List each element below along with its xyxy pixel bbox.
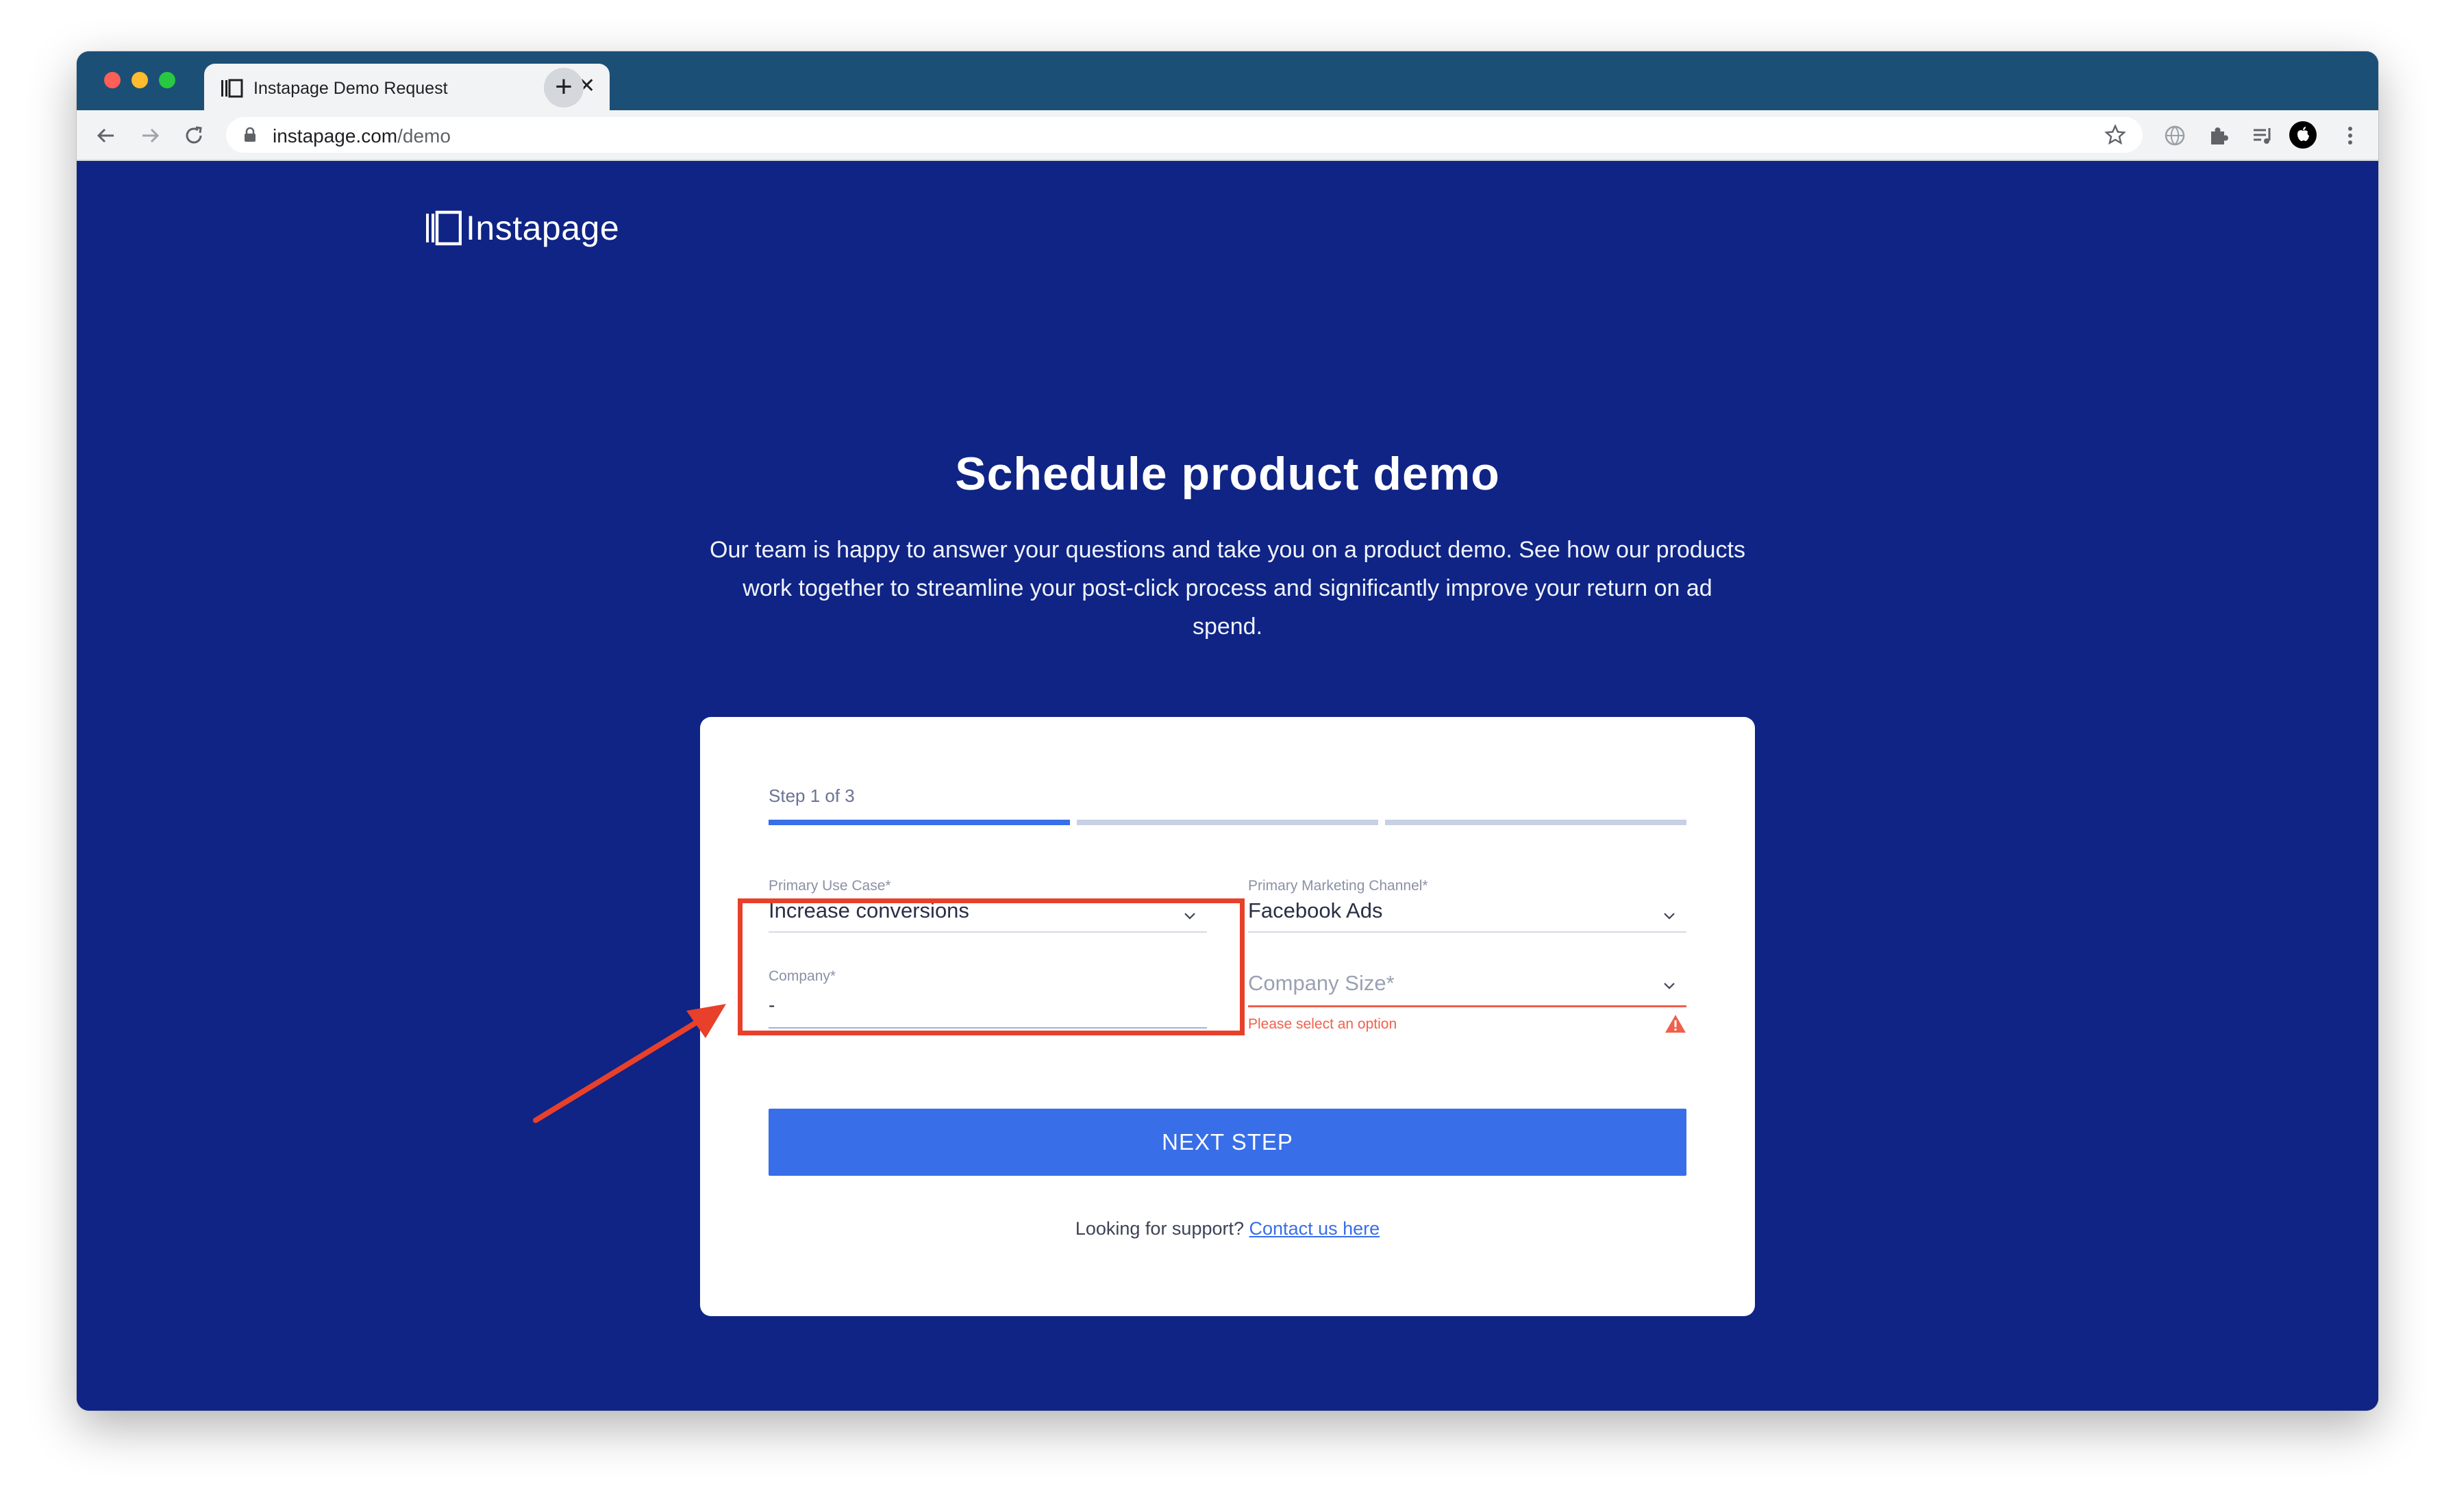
progress-step-2 <box>1077 820 1378 825</box>
page-description: Our team is happy to answer your questio… <box>710 537 1745 640</box>
chevron-down-icon <box>1664 983 1675 990</box>
lock-icon <box>245 127 256 142</box>
page-content: Instapage Schedule product demo Our team… <box>77 161 2378 1411</box>
company-size-error: Please select an option <box>1248 1016 1397 1032</box>
logo-text: Instapage <box>466 209 620 247</box>
tab-strip: Instapage Demo Request ✕ + <box>77 51 2378 110</box>
primary-marketing-channel-select[interactable]: Primary Marketing Channel* Facebook Ads <box>1248 878 1686 933</box>
primary-marketing-channel-value: Facebook Ads <box>1248 898 1383 922</box>
apple-logo-icon <box>2297 127 2309 141</box>
globe-icon[interactable] <box>2163 124 2186 147</box>
new-tab-button[interactable]: + <box>544 68 584 108</box>
arrow-left-icon[interactable] <box>95 124 118 147</box>
company-size-placeholder: Company Size* <box>1248 971 1395 995</box>
arrow-right-icon[interactable] <box>138 124 162 147</box>
browser-window: Instapage Demo Request ✕ + instapage.com… <box>77 51 2378 1411</box>
step-progress-bar <box>769 820 1686 825</box>
annotation-arrow-icon <box>533 1004 726 1123</box>
primary-marketing-channel-label: Primary Marketing Channel* <box>1248 878 1428 894</box>
browser-toolbar: instapage.com/demo <box>77 110 2378 161</box>
step-indicator: Step 1 of 3 <box>769 785 855 806</box>
primary-use-case-label: Primary Use Case* <box>769 878 891 894</box>
address-bar[interactable]: instapage.com/demo <box>226 117 2143 153</box>
field-underline <box>1248 931 1686 933</box>
minimize-window-button[interactable] <box>132 72 148 88</box>
instapage-favicon-icon <box>221 79 243 98</box>
chevron-down-icon <box>1664 913 1675 920</box>
company-size-select[interactable]: Company Size* Please select an option <box>1248 968 1686 1050</box>
star-icon[interactable] <box>2104 124 2126 146</box>
tab-title: Instapage Demo Request <box>253 79 448 98</box>
url-domain: instapage.com <box>273 125 398 147</box>
field-underline-error <box>1248 1005 1686 1007</box>
kebab-menu-icon[interactable] <box>2339 124 2362 147</box>
highlight-annotation-box <box>738 898 1245 1035</box>
instapage-logo[interactable]: Instapage <box>425 207 619 249</box>
playlist-icon[interactable] <box>2251 124 2274 147</box>
support-text: Looking for support? <box>1075 1218 1245 1239</box>
puzzle-icon[interactable] <box>2207 124 2230 147</box>
progress-step-1 <box>769 820 1070 825</box>
maximize-window-button[interactable] <box>159 72 175 88</box>
support-line: Looking for support? Contact us here <box>700 1218 1755 1239</box>
reload-icon[interactable] <box>182 124 205 147</box>
profile-avatar[interactable] <box>2289 121 2317 149</box>
instapage-logo-icon <box>426 210 462 246</box>
close-window-button[interactable] <box>104 72 121 88</box>
warning-icon <box>1665 1015 1686 1033</box>
url-text: instapage.com/demo <box>273 125 451 147</box>
progress-step-3 <box>1385 820 1686 825</box>
page-title: Schedule product demo <box>955 448 1500 500</box>
contact-us-link[interactable]: Contact us here <box>1249 1218 1380 1239</box>
next-step-button[interactable]: NEXT STEP <box>769 1109 1686 1176</box>
url-path: /demo <box>397 125 451 147</box>
